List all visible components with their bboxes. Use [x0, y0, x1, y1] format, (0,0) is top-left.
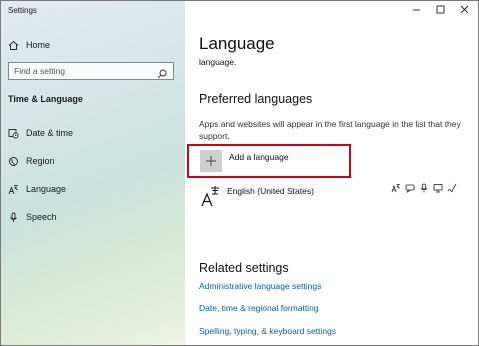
search-input[interactable] — [9, 65, 156, 77]
display-icon — [433, 183, 443, 193]
sidebar-item-label: Language — [26, 184, 67, 194]
sidebar-item-language[interactable]: Language — [1, 178, 185, 200]
language-pack-icon — [391, 183, 401, 193]
related-settings-heading: Related settings — [199, 261, 289, 275]
calendar-clock-icon — [7, 127, 19, 139]
language-name: English (United States) — [227, 186, 314, 196]
administrative-language-settings-link[interactable]: Administrative language settings — [199, 281, 321, 291]
speech-icon — [405, 183, 415, 193]
search-icon[interactable] — [157, 66, 167, 84]
text-to-speech-icon — [419, 183, 429, 193]
sidebar-item-date-time[interactable]: Date & time — [1, 122, 185, 144]
handwriting-icon — [447, 183, 457, 193]
page-subtext: language. — [199, 57, 237, 67]
language-icon — [7, 183, 19, 195]
sidebar-item-region[interactable]: Region — [1, 150, 185, 172]
add-language-button[interactable]: Add a language — [187, 144, 351, 178]
add-language-label: Add a language — [229, 152, 289, 162]
globe-icon — [7, 155, 19, 167]
window-title: Settings — [8, 6, 37, 15]
search-field[interactable] — [8, 62, 174, 80]
spelling-typing-keyboard-settings-link[interactable]: Spelling, typing, & keyboard settings — [199, 326, 336, 336]
sidebar-item-label: Speech — [26, 212, 57, 222]
date-time-regional-formatting-link[interactable]: Date, time & regional formatting — [199, 303, 319, 313]
home-icon — [7, 39, 19, 51]
main-content: Language language. Preferred languages A… — [185, 1, 478, 345]
language-list-item[interactable]: English (United States) — [199, 181, 469, 209]
sidebar-item-label: Home — [26, 40, 51, 50]
sidebar-section-title: Time & Language — [8, 94, 83, 104]
plus-icon — [200, 150, 222, 172]
language-glyph-icon — [201, 185, 221, 207]
language-feature-icons — [391, 183, 457, 193]
preferred-languages-description: Apps and websites will appear in the fir… — [199, 119, 461, 141]
page-title: Language — [199, 34, 275, 53]
sidebar-item-home[interactable]: Home — [1, 34, 185, 56]
microphone-icon — [7, 211, 19, 223]
sidebar-item-speech[interactable]: Speech — [1, 206, 185, 228]
sidebar: Settings Home Time & Language Date & tim… — [1, 1, 185, 345]
settings-window: Settings Home Time & Language Date & tim… — [0, 0, 479, 346]
preferred-languages-heading: Preferred languages — [199, 92, 313, 106]
sidebar-item-label: Region — [26, 156, 55, 166]
sidebar-item-label: Date & time — [26, 128, 74, 138]
